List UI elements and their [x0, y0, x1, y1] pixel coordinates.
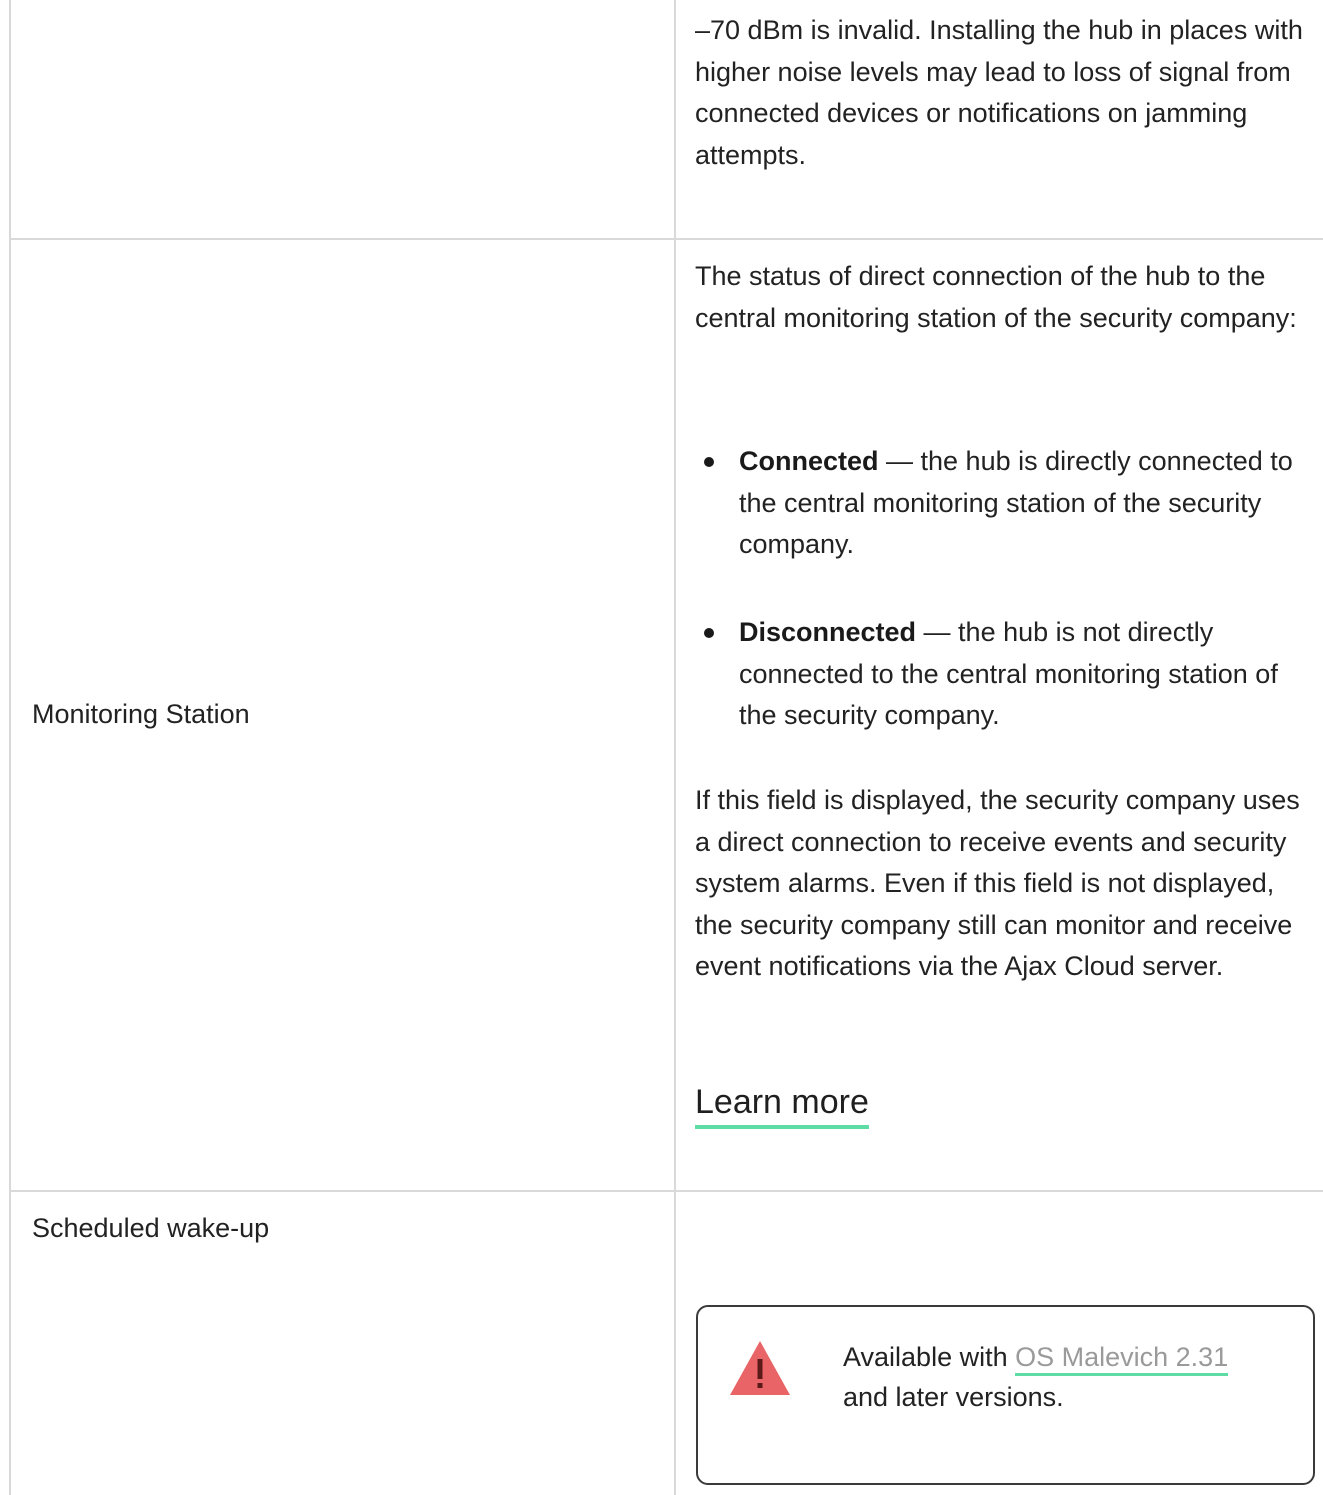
list-item: Disconnected — the hub is not directly c… — [695, 612, 1315, 737]
row-label-scheduled-wake-up: Scheduled wake-up — [32, 1213, 270, 1243]
note-text: Available with OS Malevich 2.31 and late… — [843, 1337, 1263, 1417]
os-version-link[interactable]: OS Malevich 2.31 — [1015, 1342, 1229, 1376]
availability-note: Available with OS Malevich 2.31 and late… — [696, 1305, 1315, 1485]
learn-more-link[interactable]: Learn more — [695, 1080, 869, 1129]
status-list: Connected — the hub is directly connecte… — [695, 441, 1315, 566]
row-divider — [9, 1190, 1323, 1192]
term-disconnected: Disconnected — [739, 617, 917, 647]
table-column-divider — [674, 0, 676, 1495]
term-connected: Connected — [739, 446, 879, 476]
row-description: –70 dBm is invalid. Installing the hub i… — [695, 15, 1303, 170]
note-suffix: and later versions. — [843, 1382, 1064, 1412]
bullet-icon — [704, 457, 714, 467]
warning-icon — [730, 1341, 790, 1395]
table-border-left — [9, 0, 11, 1495]
row-divider — [9, 238, 1323, 240]
row-label-monitoring-station: Monitoring Station — [32, 699, 250, 729]
status-list: Disconnected — the hub is not directly c… — [695, 612, 1315, 737]
bullet-icon — [704, 628, 714, 638]
note-prefix: Available with — [843, 1342, 1016, 1372]
list-item: Connected — the hub is directly connecte… — [695, 441, 1315, 566]
row-description-outro: If this field is displayed, the security… — [695, 785, 1300, 981]
row-description-intro: The status of direct connection of the h… — [695, 261, 1297, 333]
